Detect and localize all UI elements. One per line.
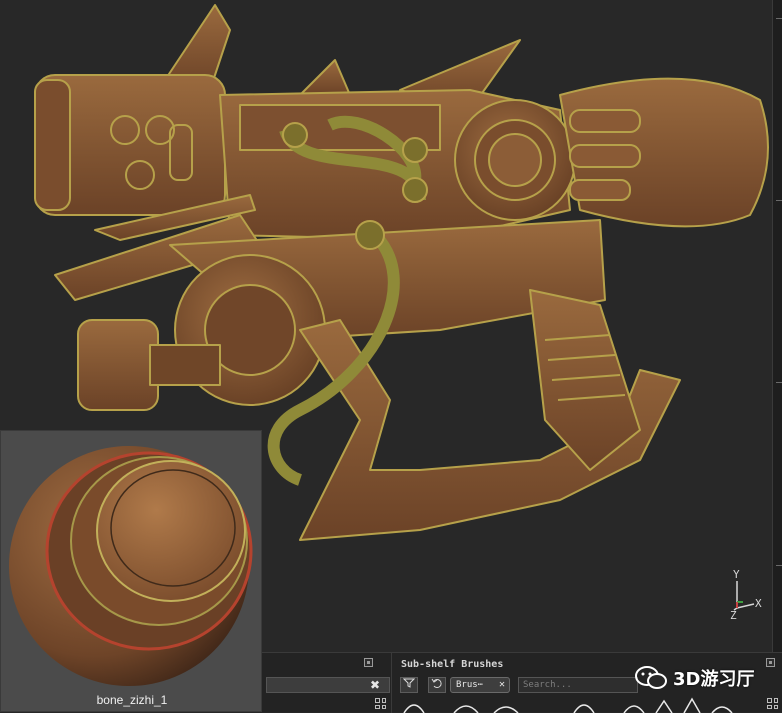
scroll-tick [776, 200, 782, 201]
axis-lines [733, 581, 755, 611]
left-subpanel: ✖ [262, 653, 392, 713]
viewport-scrollbar[interactable] [772, 0, 782, 652]
panel-title: Sub-shelf Brushes [401, 659, 504, 670]
watermark-text: 3D游习厅 [673, 669, 755, 690]
axis-gizmo: Y X Z [722, 568, 768, 624]
filter-icon [402, 678, 416, 688]
material-preview[interactable]: bone_zizhi_1 [0, 430, 262, 712]
brush-tab-label: Brus⋯ [456, 680, 484, 690]
brush-tab-close-icon[interactable]: ✕ [499, 678, 505, 692]
axis-label-x: X [755, 597, 762, 610]
brush-search-input[interactable]: Search... [518, 677, 638, 693]
float-panel-icon[interactable] [364, 658, 373, 667]
close-icon[interactable]: ✖ [370, 679, 380, 691]
scroll-tick [776, 382, 782, 383]
filter-button[interactable] [400, 677, 418, 693]
brush-tab[interactable]: Brus⋯ ✕ [450, 677, 510, 693]
material-name: bone_zizhi_1 [96, 693, 168, 707]
watermark: 3D游习厅 [633, 663, 763, 691]
scroll-tick [776, 565, 782, 566]
grid-view-icon[interactable] [374, 697, 387, 710]
undo-icon [431, 678, 442, 688]
brush-thumbnails[interactable] [394, 697, 782, 713]
scroll-tick [776, 18, 782, 19]
float-panel-icon[interactable] [766, 658, 775, 667]
axis-label-z: Z [730, 609, 737, 622]
axis-label-y: Y [733, 568, 740, 581]
undo-button[interactable] [428, 677, 446, 693]
material-sphere [9, 446, 253, 686]
wechat-icon [635, 666, 667, 689]
